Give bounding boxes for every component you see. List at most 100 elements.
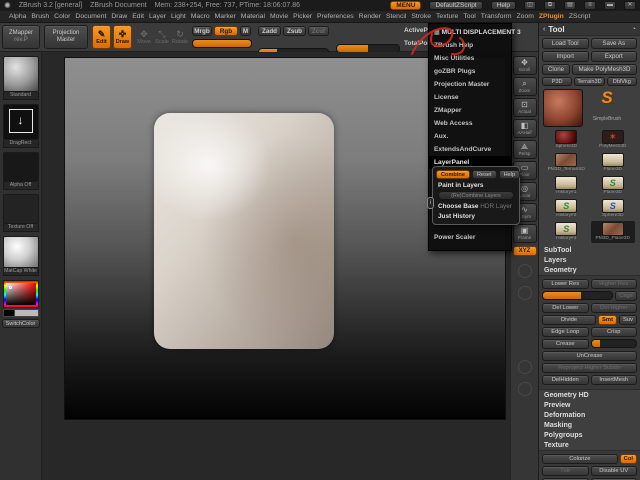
palette-cycle-icon[interactable]: ◔ [632, 26, 636, 33]
del-higher-button[interactable]: Del Higher [590, 303, 637, 313]
menu-zscript[interactable]: ZScript [569, 13, 591, 20]
del-lower-button[interactable]: Del Lower [542, 303, 589, 313]
popup-help-button[interactable]: Help [498, 170, 521, 179]
menu-preferences[interactable]: Preferences [317, 13, 354, 20]
section-deformation[interactable]: Deformation [539, 410, 640, 420]
rgb-intensity-slider[interactable]: Rgb Intensity 100 [192, 39, 252, 48]
clone-button[interactable]: Clone [542, 64, 570, 75]
scroll-button[interactable]: ✥ Scroll [512, 56, 537, 75]
colorize-button[interactable]: Colorize [542, 454, 618, 464]
reset-button[interactable]: Reset [471, 170, 497, 179]
menu-movie[interactable]: Movie [270, 13, 288, 20]
menu-material[interactable]: Material [241, 13, 265, 20]
section-subtool[interactable]: SubTool [539, 245, 640, 255]
menu-stencil[interactable]: Stencil [386, 13, 406, 20]
make-polymesh3d-button[interactable]: Make PolyMesh3D [572, 64, 637, 75]
load-tool-button[interactable]: Load Tool [542, 38, 589, 49]
power-scaler-item[interactable]: Power Scaler [429, 231, 511, 244]
zadd-button[interactable]: Zadd [258, 26, 281, 36]
menu-macro[interactable]: Macro [191, 13, 210, 20]
edit-button[interactable]: ✎ Edit [92, 25, 111, 49]
menu-picker[interactable]: Picker [293, 13, 312, 20]
import-button[interactable]: Import [542, 51, 589, 62]
color-picker[interactable] [2, 280, 39, 308]
reproject-button[interactable]: Reproject Higher Subdiv [542, 363, 637, 373]
close-icon[interactable]: ✕ [624, 1, 636, 10]
inventory-item[interactable]: Plane3D [591, 175, 636, 197]
secondary-color-swatch[interactable] [14, 309, 39, 317]
minimize-icon[interactable]: ▬ [604, 1, 616, 10]
current-tool-thumbnail[interactable] [543, 89, 583, 127]
actual-button[interactable]: ⊡ Actual [512, 98, 537, 117]
zcut-button[interactable]: Zcut [308, 26, 329, 36]
xyz-button[interactable]: XYZ [512, 246, 537, 256]
color-picker-cursor[interactable] [8, 286, 12, 289]
section-preview[interactable]: Preview [539, 400, 640, 410]
help-button[interactable]: Help [490, 1, 516, 10]
aux-item[interactable]: Aux. [429, 130, 511, 143]
stroke-well[interactable]: ↓ DragRect [2, 104, 39, 148]
texture-well[interactable]: Texture Off [2, 194, 39, 232]
multi-displacement-item[interactable]: ▦ MULTI DISPLACEMENT 3 [429, 26, 521, 39]
frame-button[interactable]: ▣ Frame [512, 224, 537, 243]
stroke-thumbnail[interactable]: ↓ [2, 104, 39, 140]
menu-transform[interactable]: Transform [481, 13, 512, 20]
menu-brush[interactable]: Brush [31, 13, 49, 20]
just-history-item[interactable]: Just History [436, 211, 516, 221]
recombine-layers-button[interactable]: (Re)Combine Layers [438, 191, 514, 200]
crease-lvl-slider[interactable]: CreaseLvl 15 [590, 339, 637, 348]
crisp-toggle[interactable]: Crisp [590, 327, 637, 337]
material-well[interactable]: MatCap White [2, 236, 39, 276]
gozbr-plugs-item[interactable]: goZBR Plugs [429, 65, 511, 78]
quick-terrain3d-button[interactable]: Terrain3D [574, 77, 605, 86]
inventory-item-selected[interactable]: PM3D_Plane3D [590, 221, 635, 243]
divide-button[interactable]: Divide [542, 315, 597, 325]
txtr-button[interactable]: Txtr [542, 466, 589, 476]
extendsandcurve-item[interactable]: ExtendsAndCurve [429, 143, 511, 156]
material-thumbnail[interactable] [2, 236, 39, 268]
menu-marker[interactable]: Marker [215, 13, 236, 20]
sdiv-slider[interactable]: SDiv 1 [542, 291, 614, 300]
main-color-swatch[interactable] [2, 309, 15, 317]
inventory-item[interactable]: Sphere3D [544, 129, 589, 151]
back-arrow-icon[interactable]: ‹ [543, 26, 545, 33]
section-geometry[interactable]: Geometry [539, 265, 640, 275]
menu-lines-icon[interactable]: ≡ [584, 1, 596, 10]
uncrease-button[interactable]: UnCrease [542, 351, 637, 361]
draw-button[interactable]: ✜ Draw [113, 25, 132, 49]
section-layers[interactable]: Layers [539, 255, 640, 265]
rotate-button[interactable]: ↻ Rotate [172, 27, 188, 47]
menu-layer[interactable]: Layer [149, 13, 166, 20]
inventory-item[interactable]: History#2 [544, 198, 589, 220]
col-toggle[interactable]: Col [619, 454, 637, 464]
suv-toggle[interactable]: Suv [619, 315, 637, 325]
scale-button[interactable]: ⤡ Scale [154, 27, 170, 47]
zbrush-help-item[interactable]: ZBrush Help [429, 39, 511, 52]
insert-mesh-button[interactable]: InsertMesh [590, 375, 637, 385]
texture-thumbnail[interactable] [2, 194, 39, 224]
menu-light[interactable]: Light [171, 13, 186, 20]
plane3d-object[interactable] [154, 113, 334, 349]
zsub-button[interactable]: Zsub [283, 26, 306, 36]
quick-p3d-button[interactable]: P3D [542, 77, 573, 86]
alpha-well[interactable]: Alpha Off [2, 152, 39, 190]
simple-brush-item[interactable]: S SimpleBrush [587, 89, 627, 125]
move-button[interactable]: ✥ Move [136, 27, 152, 47]
combine-button[interactable]: Combine [436, 170, 470, 179]
cage-button[interactable]: Cage [615, 291, 637, 301]
quick-dblvkg-button[interactable]: DblVkg [606, 77, 637, 86]
section-masking[interactable]: Masking [539, 420, 640, 430]
menu-document[interactable]: Document [75, 13, 106, 20]
menu-render[interactable]: Render [359, 13, 381, 20]
current-brush-well[interactable]: Standard [2, 56, 39, 100]
smt-toggle[interactable]: Smt [598, 315, 617, 325]
inventory-item[interactable]: Sphere3D [591, 198, 636, 220]
zoom-button[interactable]: ⌕ Zoom [512, 77, 537, 96]
switch-color-button[interactable]: SwitchColor [1, 319, 40, 328]
zmapper-button[interactable]: ZMapper rev.P [2, 25, 40, 49]
del-hidden-button[interactable]: DelHidden [542, 375, 589, 385]
menu-button[interactable]: MENU [390, 1, 422, 10]
inventory-item[interactable]: PM3D_TerrainSD [544, 152, 589, 174]
web-access-item[interactable]: Web Access [429, 117, 511, 130]
persp-button[interactable]: ⟁ Persp [512, 140, 537, 159]
